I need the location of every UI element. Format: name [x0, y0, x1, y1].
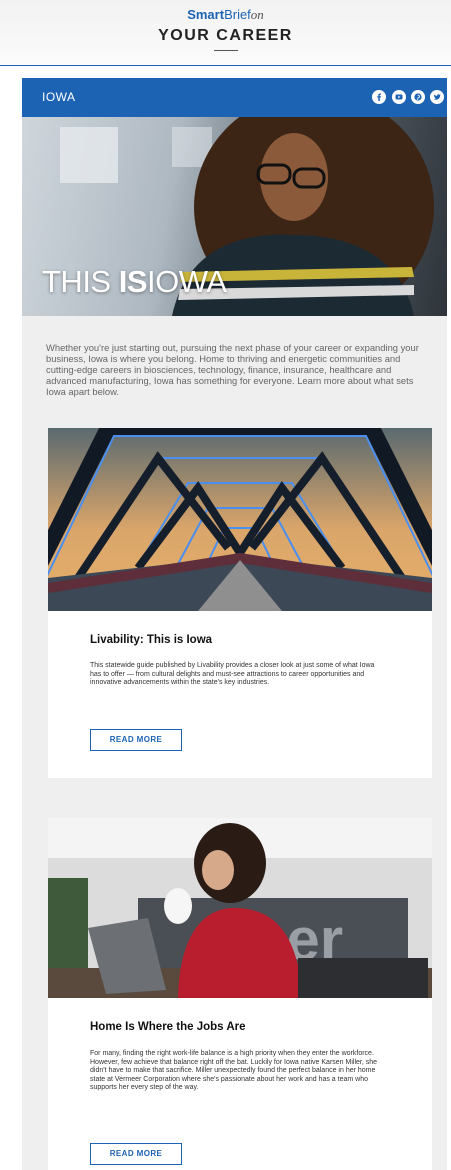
read-more-button[interactable]: READ MORE — [90, 729, 182, 751]
career-woman-image[interactable]: eer — [48, 818, 432, 998]
youtube-icon[interactable] — [392, 90, 406, 104]
article-title[interactable]: Home Is Where the Jobs Are — [90, 1021, 246, 1034]
facebook-icon[interactable] — [372, 90, 386, 104]
hero-text-is: IS — [118, 264, 148, 299]
pinterest-icon[interactable] — [411, 90, 425, 104]
iowa-bar: IOWA — [22, 78, 447, 117]
bridge-illustration — [48, 428, 432, 611]
smartbrief-header: SmartBriefon YOUR CAREER — [0, 0, 451, 66]
hero-image[interactable]: THIS ISIOWA — [22, 117, 447, 316]
article-card: eer Home Is Where the Jobs Are For many,… — [48, 818, 432, 1170]
article-title[interactable]: Livability: This is Iowa — [90, 634, 212, 647]
office-illustration: eer — [48, 818, 432, 998]
title-underline — [214, 50, 238, 51]
read-more-button[interactable]: READ MORE — [90, 1143, 182, 1165]
logo-smart: Smart — [187, 7, 225, 22]
hero-text-this: THIS — [42, 264, 119, 299]
article-body: For many, finding the right work-life ba… — [90, 1050, 378, 1092]
iowa-logo[interactable]: IOWA — [42, 90, 76, 104]
twitter-icon[interactable] — [430, 90, 444, 104]
newsletter-body: IOWA THIS ISIOWA Whether you're just sta… — [22, 78, 447, 1170]
smartbrief-logo[interactable]: SmartBriefon — [0, 8, 451, 22]
logo-on: on — [250, 7, 264, 22]
article-body: This statewide guide published by Livabi… — [90, 662, 375, 687]
intro-paragraph: Whether you're just starting out, pursui… — [46, 342, 419, 397]
newsletter-title: YOUR CAREER — [158, 27, 293, 44]
bridge-image[interactable] — [48, 428, 432, 611]
hero-text-iowa: IOWA — [147, 264, 227, 299]
article-card: Livability: This is Iowa This statewide … — [48, 428, 432, 778]
logo-brief: Brief — [224, 7, 251, 22]
hero-headline: THIS ISIOWA — [42, 265, 227, 299]
